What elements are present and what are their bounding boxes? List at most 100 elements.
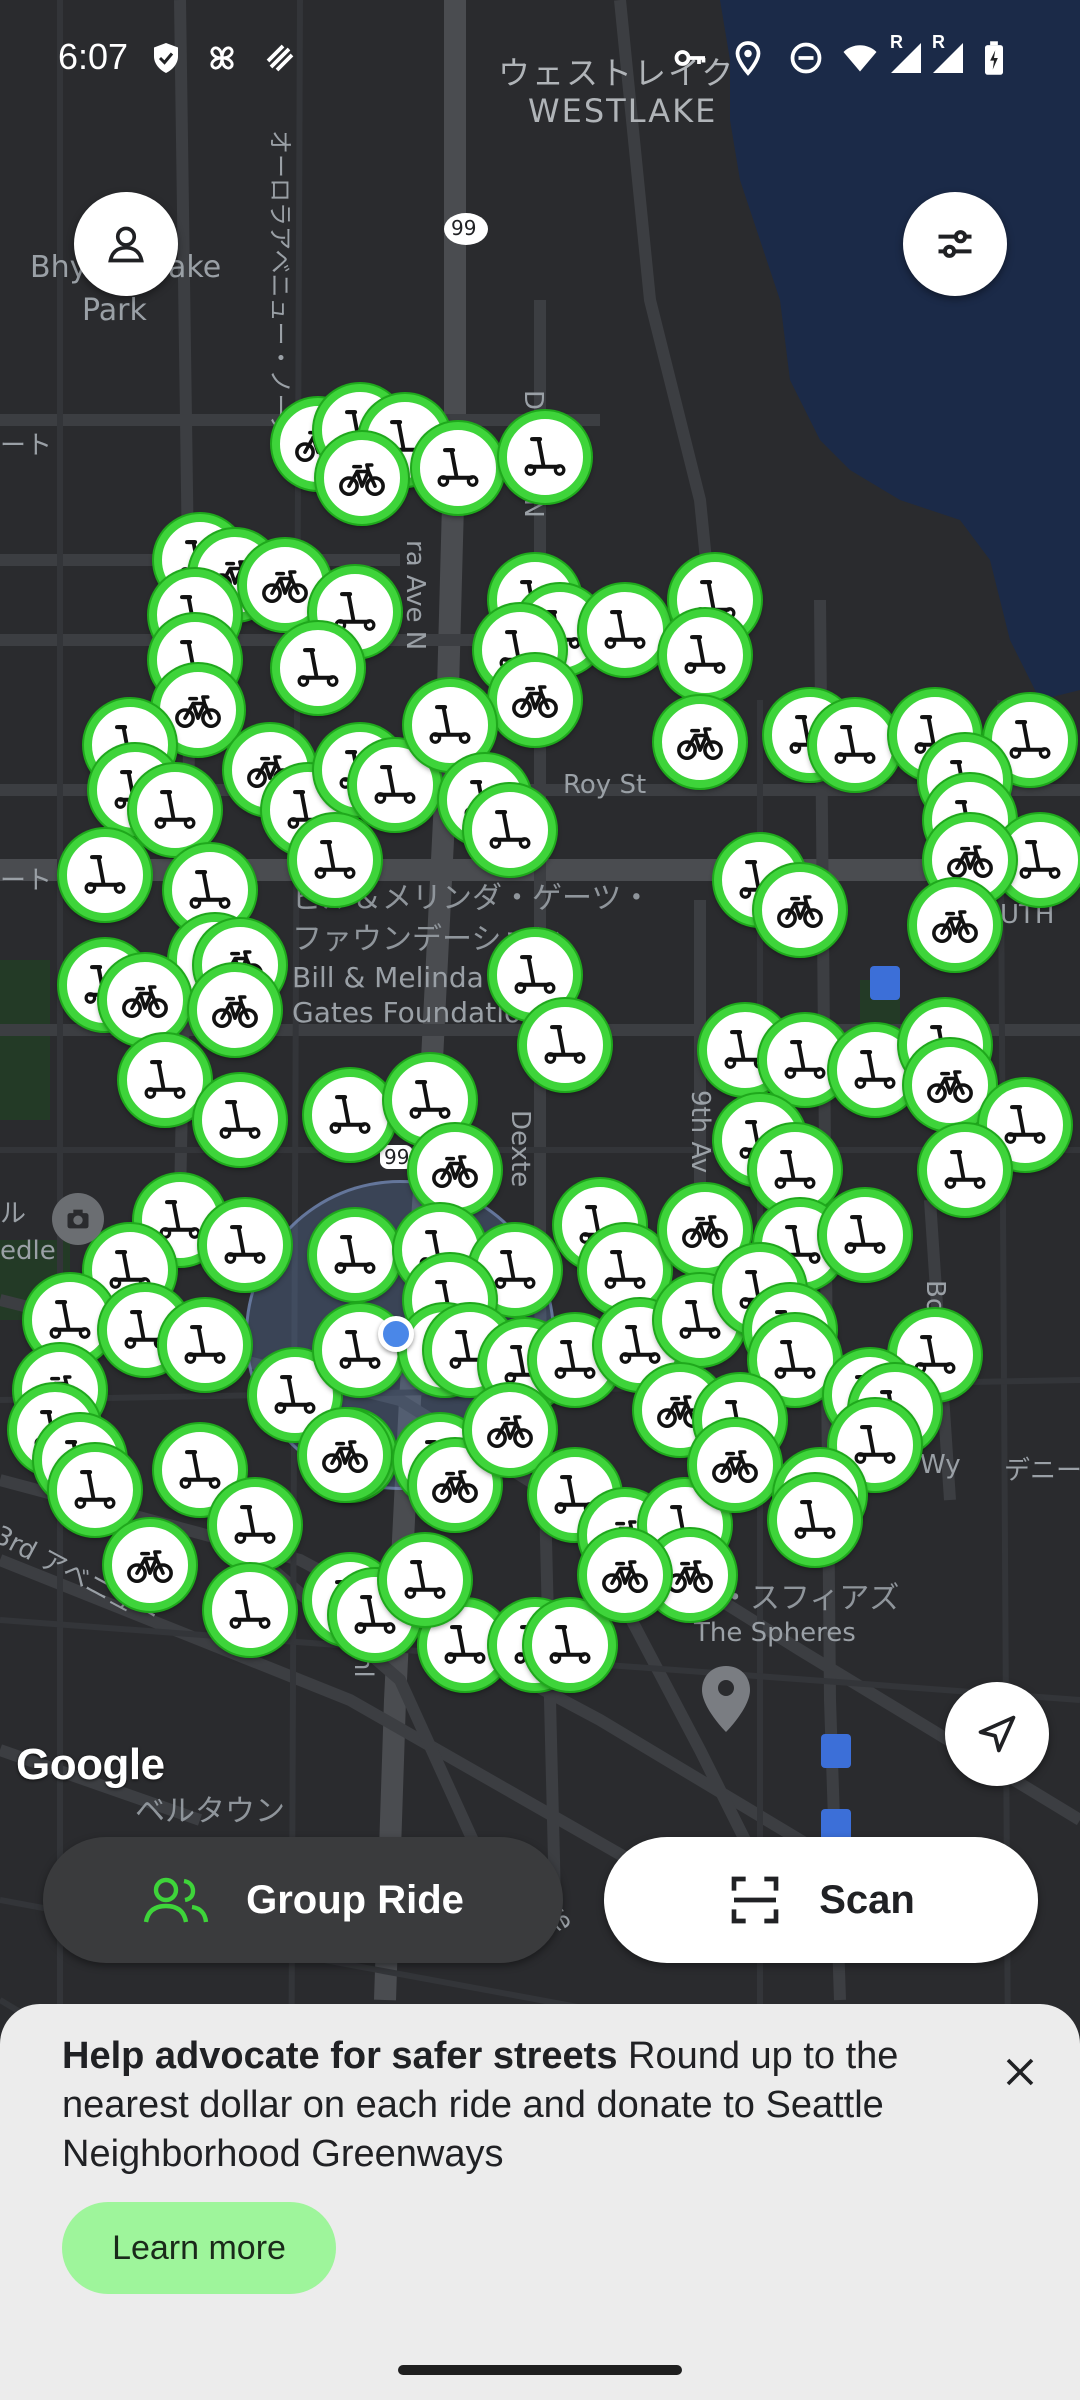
- scooter-marker[interactable]: [49, 1444, 141, 1536]
- scooter-icon: [154, 790, 196, 829]
- scooter-marker[interactable]: [819, 1189, 911, 1281]
- scooter-icon: [219, 1100, 261, 1139]
- scooter-icon: [684, 635, 726, 674]
- scooter-marker[interactable]: [204, 1564, 296, 1656]
- scooter-icon: [854, 1425, 896, 1464]
- scooter-icon: [544, 1025, 586, 1064]
- bike-marker[interactable]: [104, 1519, 196, 1611]
- user-location-dot: [378, 1316, 414, 1352]
- scooter-marker[interactable]: [464, 784, 556, 876]
- roaming-label: R: [932, 32, 945, 52]
- scooter-icon: [854, 1050, 896, 1089]
- scooter-icon: [374, 765, 416, 804]
- scooter-icon: [74, 1470, 116, 1509]
- close-banner-button[interactable]: [988, 2040, 1052, 2104]
- bike-marker[interactable]: [409, 1124, 501, 1216]
- promo-title: Help advocate for safer streets: [62, 2035, 618, 2077]
- bicycle-icon: [432, 1470, 478, 1504]
- bike-marker[interactable]: [909, 879, 1001, 971]
- scooter-icon: [429, 705, 471, 744]
- bike-marker[interactable]: [579, 1529, 671, 1621]
- filter-button[interactable]: [903, 192, 1007, 296]
- highway-99-shield: 99: [451, 216, 477, 240]
- scooter-icon: [514, 955, 556, 994]
- transit-station-icon[interactable]: [870, 966, 900, 1000]
- scooter-icon: [437, 448, 479, 487]
- scooter-marker[interactable]: [769, 1474, 861, 1566]
- key-icon: [674, 50, 706, 66]
- map-label-edge-1: ート: [0, 431, 53, 461]
- scooter-icon: [604, 1250, 646, 1289]
- bicycle-icon: [262, 570, 308, 604]
- scooter-marker[interactable]: [809, 699, 901, 791]
- bike-marker[interactable]: [316, 432, 408, 524]
- group-ride-button[interactable]: Group Ride: [43, 1837, 563, 1963]
- bike-marker[interactable]: [489, 654, 581, 746]
- bicycle-icon: [432, 1155, 478, 1189]
- bike-marker[interactable]: [689, 1419, 781, 1511]
- scan-button[interactable]: Scan: [604, 1837, 1038, 1963]
- bike-marker[interactable]: [654, 696, 746, 788]
- scooter-icon: [444, 1625, 486, 1664]
- scooter-marker[interactable]: [659, 609, 751, 701]
- bike-marker[interactable]: [99, 954, 191, 1046]
- bicycle-icon: [339, 463, 385, 497]
- scooter-icon: [409, 1080, 451, 1119]
- bicycle-icon: [175, 695, 221, 729]
- scan-frame-icon: [731, 1876, 779, 1924]
- scooter-marker[interactable]: [199, 1199, 291, 1291]
- scooter-marker[interactable]: [519, 999, 611, 1091]
- map-label-spheres-jp: ・スフィアズ: [720, 1581, 900, 1616]
- scooter-icon: [524, 437, 566, 476]
- home-gesture-handle[interactable]: [398, 2365, 682, 2375]
- scooter-marker[interactable]: [579, 584, 671, 676]
- map-label-edge-4: edle: [0, 1236, 56, 1266]
- bike-marker[interactable]: [299, 1409, 391, 1501]
- map-label-edge-2: ート: [0, 866, 53, 896]
- navigation-arrow-icon: [978, 1715, 1016, 1753]
- scooter-marker[interactable]: [272, 622, 364, 714]
- recenter-location-button[interactable]: [945, 1682, 1049, 1786]
- wifi-icon: [843, 45, 877, 72]
- bike-marker[interactable]: [754, 864, 846, 956]
- learn-more-button[interactable]: Learn more: [62, 2202, 336, 2294]
- donation-promo-banner: Help advocate for safer streets Round up…: [0, 2004, 1080, 2336]
- scooter-marker[interactable]: [412, 422, 504, 514]
- scooter-marker[interactable]: [129, 764, 221, 856]
- transit-station-icon[interactable]: [821, 1734, 851, 1768]
- map-label-spheres-en: The Spheres: [694, 1618, 856, 1648]
- scooter-marker[interactable]: [159, 1299, 251, 1391]
- scooter-marker[interactable]: [919, 1124, 1011, 1216]
- scooter-marker[interactable]: [304, 1069, 396, 1161]
- bike-marker[interactable]: [189, 964, 281, 1056]
- scooter-icon: [334, 1235, 376, 1274]
- scooter-icon: [329, 1095, 371, 1134]
- do-not-disturb-icon: [790, 42, 822, 74]
- bicycle-icon: [322, 1440, 368, 1474]
- scooter-marker[interactable]: [499, 411, 591, 503]
- scooter-icon: [84, 855, 126, 894]
- scooter-icon: [1009, 720, 1051, 759]
- scooter-icon: [234, 1505, 276, 1544]
- status-time: 6:07: [58, 36, 129, 77]
- map-label-gates-en-1: Bill & Melinda: [292, 961, 484, 994]
- bicycle-icon: [212, 995, 258, 1029]
- map-label-deni: デニー: [1004, 1456, 1080, 1486]
- scooter-marker[interactable]: [209, 1479, 301, 1571]
- profile-button[interactable]: [74, 192, 178, 296]
- scooter-marker[interactable]: [194, 1074, 286, 1166]
- scooter-marker[interactable]: [309, 1209, 401, 1301]
- promo-text: Help advocate for safer streets Round up…: [62, 2032, 942, 2179]
- bicycle-icon: [932, 910, 978, 944]
- map-label-edge-3: ル: [0, 1199, 27, 1229]
- scooter-icon: [844, 1215, 886, 1254]
- camera-poi-icon[interactable]: [52, 1193, 104, 1245]
- place-pin-icon[interactable]: [700, 1664, 752, 1739]
- scooter-marker[interactable]: [289, 814, 381, 906]
- scooter-icon: [229, 1590, 271, 1629]
- scooter-marker[interactable]: [59, 829, 151, 921]
- scooter-marker[interactable]: [379, 1534, 471, 1626]
- shield-icon: [154, 43, 178, 73]
- map-label-roy-st: Roy St: [563, 770, 647, 800]
- bicycle-icon: [122, 985, 168, 1019]
